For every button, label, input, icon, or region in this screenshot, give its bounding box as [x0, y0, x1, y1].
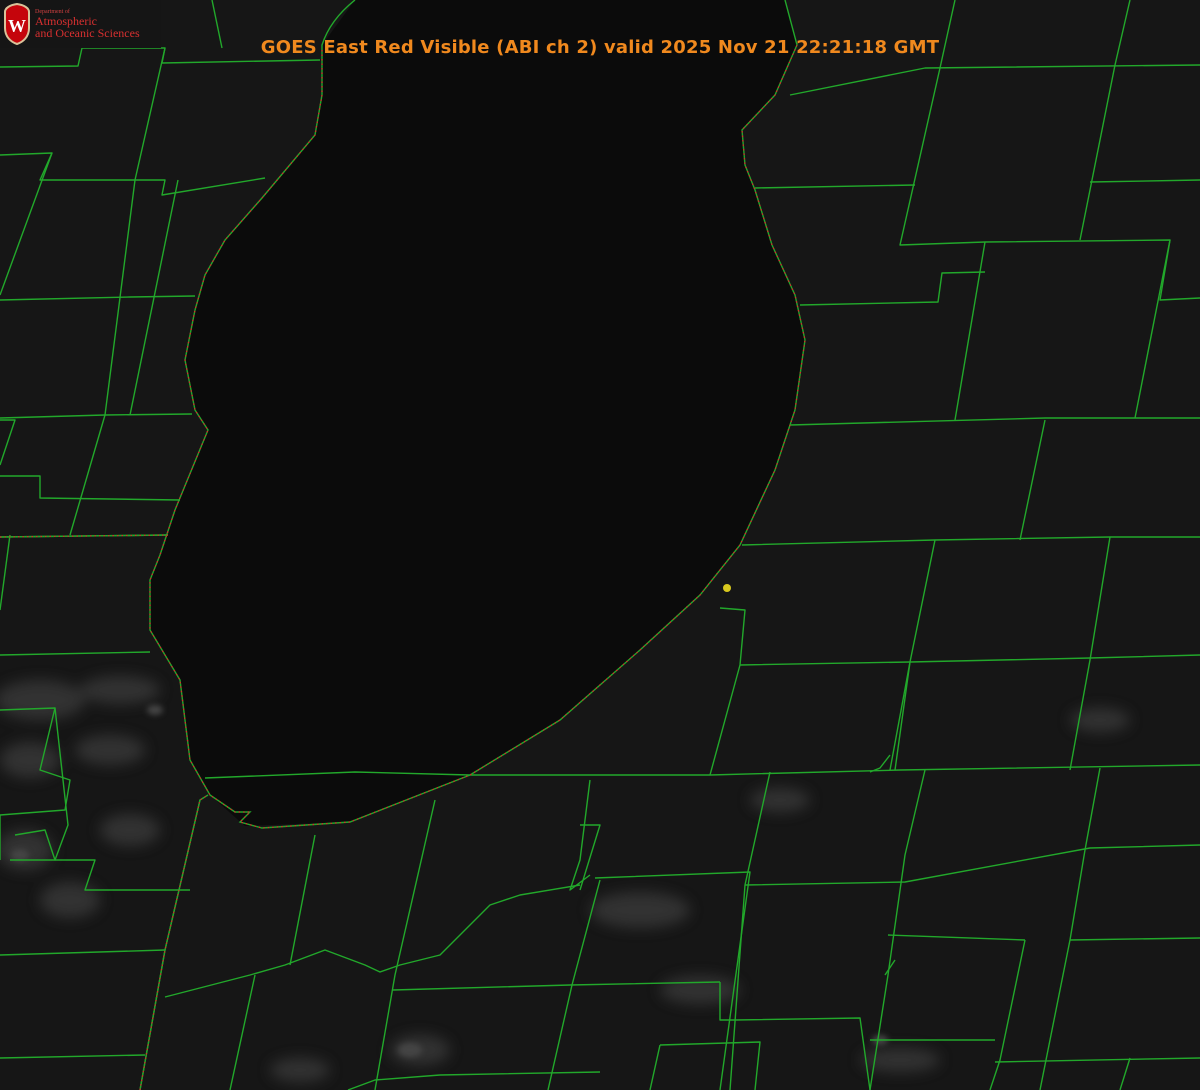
shield-letter: W	[8, 16, 26, 36]
station-marker	[723, 584, 731, 592]
satellite-map	[0, 0, 1200, 1090]
image-title: GOES East Red Visible (ABI ch 2) valid 2…	[260, 37, 940, 58]
